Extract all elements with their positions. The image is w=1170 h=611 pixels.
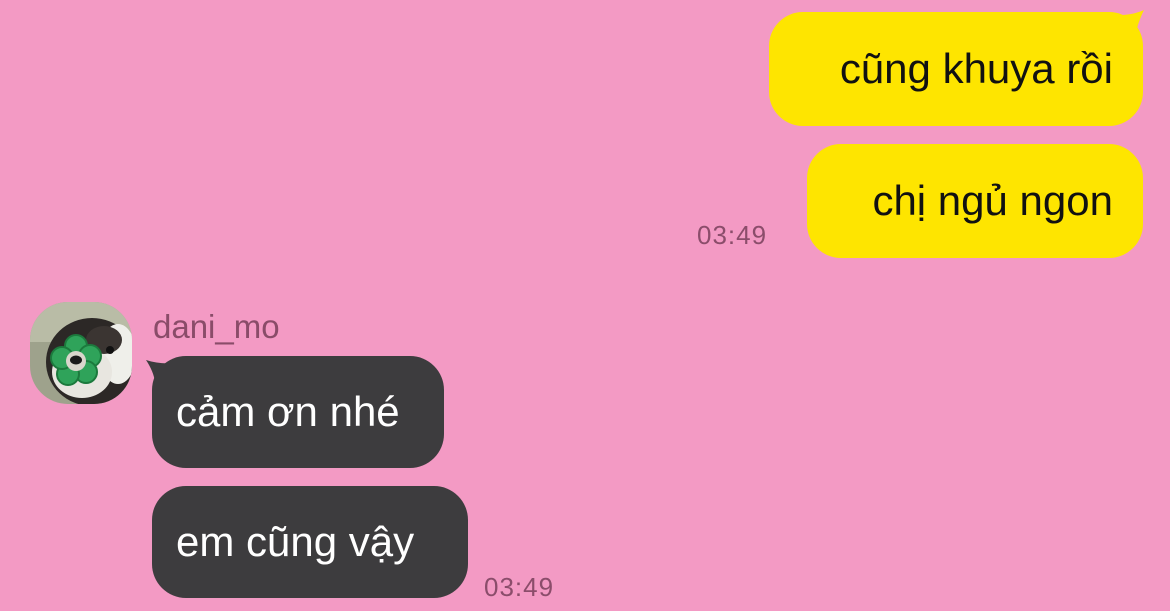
sender-name: dani_mo — [153, 308, 280, 345]
message-text: chị ngủ ngon — [872, 177, 1113, 224]
incoming-message-bubble[interactable]: em cũng vậy — [152, 486, 468, 598]
incoming-message-bubble[interactable]: cảm ơn nhé — [152, 356, 444, 468]
outgoing-message-bubble[interactable]: chị ngủ ngon — [807, 144, 1143, 258]
dog-with-flower-toy-avatar-icon — [30, 302, 132, 404]
message-text: cảm ơn nhé — [176, 388, 400, 435]
outgoing-message-bubble[interactable]: cũng khuya rồi — [769, 12, 1143, 126]
sender-avatar[interactable] — [30, 302, 132, 404]
chat-thread[interactable]: cũng khuya rồi chị ngủ ngon 03:49 dani_m… — [0, 0, 1170, 611]
message-text: cũng khuya rồi — [839, 45, 1113, 92]
message-timestamp: 03:49 — [484, 572, 555, 602]
message-text: em cũng vậy — [176, 518, 415, 565]
message-timestamp: 03:49 — [697, 220, 768, 250]
